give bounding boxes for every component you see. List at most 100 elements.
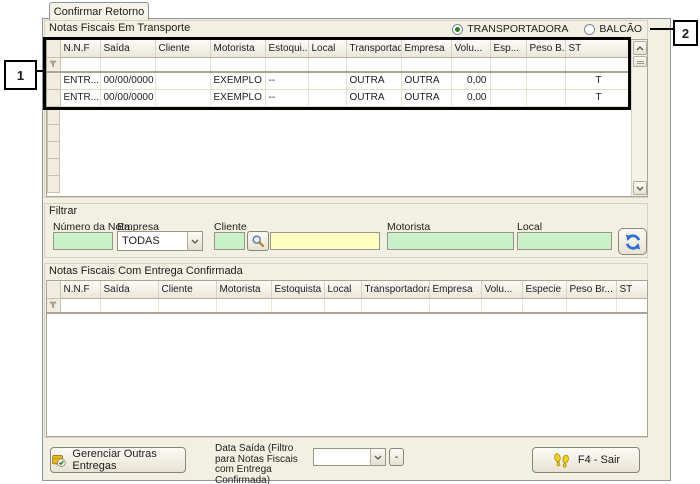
cell-nnf[interactable]: ENTR...	[60, 72, 100, 89]
table-row[interactable]: ENTR... 00/00/0000 EXEMPLO -- OUTRA OUTR…	[47, 72, 632, 89]
radio-balcao-circle	[584, 24, 595, 35]
grid1-col-motorista[interactable]: Motorista	[210, 40, 265, 57]
refresh-button[interactable]	[618, 228, 647, 255]
radio-balcao[interactable]: BALCÃO	[584, 23, 642, 35]
grid2-col-empresa[interactable]: Empresa	[429, 281, 481, 298]
radio-transportadora[interactable]: TRANSPORTADORA	[452, 23, 568, 35]
cell-motorista[interactable]: EXEMPLO	[210, 89, 265, 106]
cell-nnf[interactable]: ENTR...	[60, 89, 100, 106]
grid1-col-cliente[interactable]: Cliente	[155, 40, 210, 57]
radio-selected-dot	[455, 27, 460, 32]
f4-sair-button[interactable]: F4 - Sair	[532, 447, 640, 473]
cell-cliente[interactable]	[155, 72, 210, 89]
grid1-col-volume[interactable]: Volu...	[451, 40, 490, 57]
cliente-search-button[interactable]	[247, 231, 269, 251]
grid2-col-estoquista[interactable]: Estoquista	[271, 281, 324, 298]
cell-estoquista[interactable]: --	[265, 89, 308, 106]
grid2-col-transportadora[interactable]: Transportadora	[361, 281, 429, 298]
grid1-col-empresa[interactable]: Empresa	[401, 40, 451, 57]
grid1-indicator-header	[47, 40, 60, 57]
table-row[interactable]: ENTR... 00/00/0000 EXEMPLO -- OUTRA OUTR…	[47, 89, 632, 106]
cell-peso[interactable]	[526, 72, 565, 89]
grid2-filter-cell[interactable]	[158, 298, 216, 313]
cell-empresa[interactable]: OUTRA	[401, 89, 451, 106]
grid2-filter-cell[interactable]	[100, 298, 158, 313]
grid2-col-peso[interactable]: Peso Br...	[566, 281, 616, 298]
grid1-filter-cell[interactable]	[401, 57, 451, 72]
gerenciar-outras-entregas-button[interactable]: Gerenciar Outras Entregas	[50, 447, 186, 473]
grid2-filter-cell[interactable]	[271, 298, 324, 313]
grid2-filter-cell[interactable]	[481, 298, 522, 313]
chevron-down-icon[interactable]	[370, 449, 385, 465]
cell-empresa[interactable]: OUTRA	[401, 72, 451, 89]
grid1-col-estoquista[interactable]: Estoqui...	[265, 40, 308, 57]
data-saida-clear-button[interactable]: -	[389, 448, 404, 466]
grid2-filter-cell[interactable]	[324, 298, 361, 313]
cell-especie[interactable]	[490, 89, 526, 106]
cell-transportadora[interactable]: OUTRA	[346, 72, 401, 89]
chevron-down-icon[interactable]	[187, 232, 202, 250]
grid2-col-st[interactable]: ST	[616, 281, 648, 298]
grid2-col-cliente[interactable]: Cliente	[158, 281, 216, 298]
cell-cliente[interactable]	[155, 89, 210, 106]
cell-st[interactable]: T	[565, 89, 632, 106]
numero-nota-input[interactable]	[53, 232, 113, 250]
grid2-filter-cell[interactable]	[566, 298, 616, 313]
grid1-filter-cell[interactable]	[346, 57, 401, 72]
grid1-filter-cell[interactable]	[100, 57, 155, 72]
grid1-filter-cell[interactable]	[451, 57, 490, 72]
grid1-vertical-scrollbar[interactable]	[631, 40, 647, 196]
grid1-col-st[interactable]: ST	[565, 40, 632, 57]
grid1-col-nnf[interactable]: N.N.F	[60, 40, 100, 57]
grid2-filter-cell[interactable]	[522, 298, 566, 313]
grid2-filter-cell[interactable]	[216, 298, 271, 313]
cell-local[interactable]	[308, 72, 346, 89]
grid1-col-local[interactable]: Local	[308, 40, 346, 57]
cell-peso[interactable]	[526, 89, 565, 106]
cell-especie[interactable]	[490, 72, 526, 89]
cliente-code-input[interactable]	[214, 232, 245, 250]
scroll-down-button[interactable]	[633, 181, 647, 195]
cell-transportadora[interactable]: OUTRA	[346, 89, 401, 106]
grid1-col-peso[interactable]: Peso B...	[526, 40, 565, 57]
cliente-name-input[interactable]	[270, 232, 380, 250]
grid2-filter-cell[interactable]	[60, 298, 100, 313]
cell-st[interactable]: T	[565, 72, 632, 89]
grid2-col-motorista[interactable]: Motorista	[216, 281, 271, 298]
grid1-filter-cell[interactable]	[210, 57, 265, 72]
cell-saida[interactable]: 00/00/0000	[100, 72, 155, 89]
cell-estoquista[interactable]: --	[265, 72, 308, 89]
grid1-col-especie[interactable]: Esp...	[490, 40, 526, 57]
grid2-filter-cell[interactable]	[616, 298, 648, 313]
grid2-col-nnf[interactable]: N.N.F	[60, 281, 100, 298]
gr2-col-local[interactable]: Local	[324, 281, 361, 298]
grid2-filter-cell[interactable]	[361, 298, 429, 313]
empresa-combobox[interactable]: TODAS	[117, 231, 203, 251]
grid1-filter-cell[interactable]	[60, 57, 100, 72]
cell-motorista[interactable]: EXEMPLO	[210, 72, 265, 89]
local-input[interactable]	[517, 232, 612, 250]
cell-volume[interactable]: 0,00	[451, 72, 490, 89]
row-indicator	[47, 89, 60, 106]
motorista-input[interactable]	[387, 232, 514, 250]
grid1-filter-cell[interactable]	[155, 57, 210, 72]
grid1-filter-cell[interactable]	[526, 57, 565, 72]
grid1-filter-cell[interactable]	[265, 57, 308, 72]
cell-local[interactable]	[308, 89, 346, 106]
grid1-filter-cell[interactable]	[308, 57, 346, 72]
grid2-col-volume[interactable]: Volu...	[481, 281, 522, 298]
grid2-col-especie[interactable]: Especie	[522, 281, 566, 298]
tab-label: Confirmar Retorno	[54, 6, 144, 18]
grid2-filter-cell[interactable]	[429, 298, 481, 313]
grid1-col-saida[interactable]: Saída	[100, 40, 155, 57]
grid1-filter-cell[interactable]	[490, 57, 526, 72]
data-saida-combobox[interactable]	[313, 448, 386, 466]
scroll-up-button[interactable]	[633, 41, 647, 55]
grid1-filter-cell[interactable]	[565, 57, 632, 72]
cell-saida[interactable]: 00/00/0000	[100, 89, 155, 106]
callout-2: 2	[673, 20, 698, 46]
grid2-col-saida[interactable]: Saída	[100, 281, 158, 298]
scroll-thumb[interactable]	[633, 56, 647, 67]
grid1-col-transportadora[interactable]: Transportad...	[346, 40, 401, 57]
cell-volume[interactable]: 0,00	[451, 89, 490, 106]
